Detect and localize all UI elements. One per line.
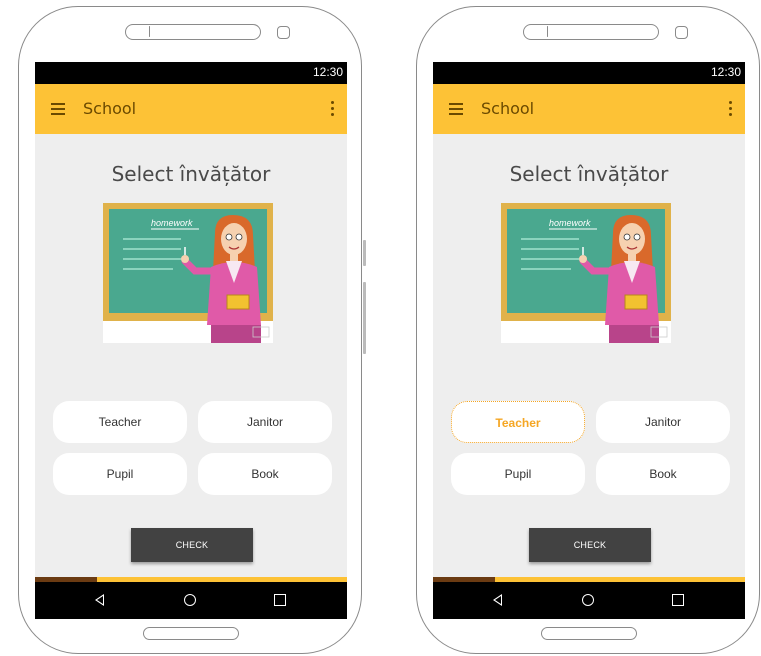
nav-back-icon[interactable] [493, 594, 502, 606]
app-title: School [481, 99, 535, 118]
teacher-illustration: homework [103, 203, 273, 343]
option-pupil[interactable]: Pupil [53, 453, 187, 495]
teacher-illustration: homework [501, 203, 671, 343]
phone-frame-right: 12:30 School Select învățător homework T… [416, 6, 760, 654]
option-janitor[interactable]: Janitor [198, 401, 332, 443]
nav-home-icon[interactable] [582, 594, 594, 606]
speaker-grille [125, 24, 261, 40]
speaker-grille [523, 24, 659, 40]
system-nav-bar [433, 582, 745, 619]
question-prompt: Select învățător [111, 162, 271, 186]
app-bar: School [35, 84, 347, 134]
check-button[interactable]: CHECK [529, 528, 651, 562]
option-teacher[interactable]: Teacher [53, 401, 187, 443]
option-janitor[interactable]: Janitor [596, 401, 730, 443]
status-bar: 12:30 [433, 62, 745, 84]
app-screen-right: 12:30 School Select învățător homework T… [433, 62, 745, 619]
check-button[interactable]: CHECK [131, 528, 253, 562]
more-vert-icon[interactable] [729, 101, 733, 117]
board-text: homework [549, 218, 591, 228]
volume-button [363, 240, 366, 266]
nav-recent-icon[interactable] [274, 594, 286, 606]
app-screen-left: 12:30 School Select învățător homework T… [35, 62, 347, 619]
hamburger-menu-icon[interactable] [51, 103, 65, 115]
front-camera [277, 26, 290, 39]
option-pupil[interactable]: Pupil [451, 453, 585, 495]
board-text: homework [151, 218, 193, 228]
hamburger-menu-icon[interactable] [449, 103, 463, 115]
app-bar: School [433, 84, 745, 134]
nav-home-icon[interactable] [184, 594, 196, 606]
phone-frame-left: 12:30 School Select învățător homework T… [18, 6, 366, 654]
app-title: School [83, 99, 137, 118]
status-bar: 12:30 [35, 62, 347, 84]
more-vert-icon[interactable] [331, 101, 335, 117]
status-time: 12:30 [710, 65, 741, 79]
status-time: 12:30 [312, 65, 343, 79]
front-camera [675, 26, 688, 39]
option-book[interactable]: Book [198, 453, 332, 495]
question-prompt: Select învățător [509, 162, 669, 186]
home-indicator [143, 627, 239, 640]
home-indicator [541, 627, 637, 640]
option-book[interactable]: Book [596, 453, 730, 495]
nav-back-icon[interactable] [95, 594, 104, 606]
system-nav-bar [35, 582, 347, 619]
nav-recent-icon[interactable] [672, 594, 684, 606]
option-teacher-selected[interactable]: Teacher [451, 401, 585, 443]
power-button [363, 282, 366, 354]
